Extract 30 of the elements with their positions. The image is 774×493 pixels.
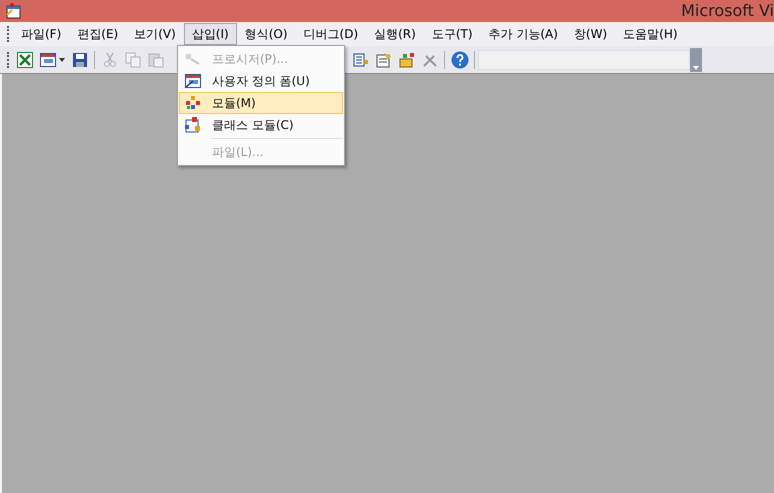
app-icon bbox=[6, 3, 22, 19]
menu-item[interactable]: 삽입(I) bbox=[184, 23, 237, 45]
menu-item[interactable]: 디버그(D) bbox=[296, 23, 366, 45]
menu-item[interactable]: 도구(T) bbox=[424, 23, 481, 45]
menu-item[interactable]: 편집(E) bbox=[69, 23, 126, 45]
toolbar-grip-icon bbox=[7, 26, 10, 42]
menu-item-label: 사용자 정의 폼(U) bbox=[212, 73, 310, 90]
toolbar-overflow-button[interactable] bbox=[690, 48, 702, 72]
window-title: Microsoft Vi bbox=[681, 0, 774, 22]
form-icon bbox=[185, 74, 201, 88]
location-field[interactable] bbox=[478, 50, 690, 70]
menu-item[interactable]: 창(W) bbox=[566, 23, 616, 45]
module-icon bbox=[185, 96, 201, 110]
menu-item[interactable]: 도움말(H) bbox=[615, 23, 686, 45]
menu-item-label: 파일(L)... bbox=[212, 144, 264, 161]
menu-item[interactable]: 보기(V) bbox=[126, 23, 184, 45]
menu-item[interactable]: 클래스 모듈(C) bbox=[179, 114, 343, 136]
menu-item[interactable]: 파일(F) bbox=[13, 23, 70, 45]
class-module-icon bbox=[185, 117, 201, 133]
caret-icon[interactable] bbox=[59, 58, 65, 62]
menu-item[interactable]: 실행(R) bbox=[366, 23, 424, 45]
menu-item[interactable]: 모듈(M) bbox=[179, 92, 343, 114]
menu-item[interactable]: 사용자 정의 폼(U) bbox=[179, 70, 343, 92]
menu-item-label: 프로시저(P)... bbox=[212, 51, 288, 68]
caret-icon bbox=[693, 66, 699, 70]
menu-item[interactable]: 형식(O) bbox=[236, 23, 296, 45]
menu-item-label: 모듈(M) bbox=[212, 95, 256, 112]
menu-item-label: 클래스 모듈(C) bbox=[212, 117, 294, 134]
menu-item[interactable]: 추가 기능(A) bbox=[480, 23, 566, 45]
toolbar-grip-icon bbox=[7, 52, 10, 68]
